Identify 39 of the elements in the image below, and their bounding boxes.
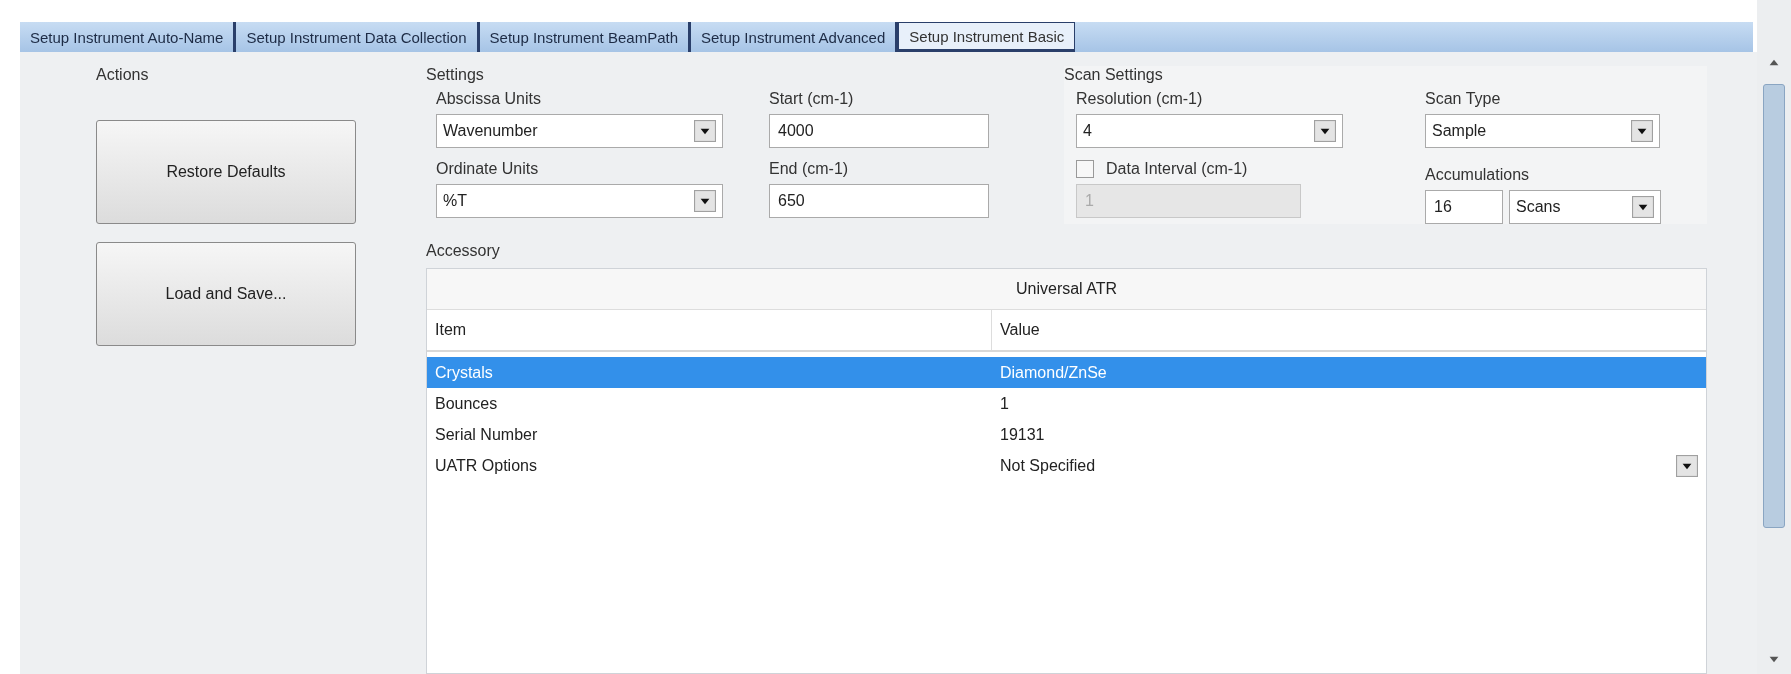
field-label: Abscissa Units xyxy=(436,90,542,108)
checkbox-label: Data Interval (cm-1) xyxy=(1106,160,1248,178)
table-row[interactable]: UATR Options Not Specified xyxy=(427,450,1706,481)
dropdown[interactable]: 4 xyxy=(1076,114,1343,148)
group-label: Accessory xyxy=(426,242,501,261)
scrollbar[interactable] xyxy=(1757,0,1791,674)
input-field[interactable]: 4000 xyxy=(769,114,989,148)
action-button[interactable]: Load and Save... xyxy=(96,242,356,346)
table-cell-text: 1 xyxy=(999,394,1010,413)
column-header: Item xyxy=(427,310,992,350)
field-label: Ordinate Units xyxy=(436,160,540,178)
column-header: Value xyxy=(999,321,1041,339)
dropdown[interactable]: Wavenumber xyxy=(436,114,723,148)
field-label: End (cm-1) xyxy=(769,160,850,178)
table-cell-text: Serial Number xyxy=(434,425,539,444)
dropdown[interactable]: Scans xyxy=(1509,190,1661,224)
scroll-thumb[interactable] xyxy=(1763,84,1785,528)
action-button[interactable]: Restore Defaults xyxy=(96,120,356,224)
table-row[interactable]: Bounces 1 xyxy=(427,388,1706,419)
input-field[interactable]: 16 xyxy=(1425,190,1503,224)
group-label: Settings xyxy=(426,66,484,83)
table-cell-text: Crystals xyxy=(434,363,494,382)
table-row[interactable]: Serial Number 19131 xyxy=(427,419,1706,450)
dropdown[interactable]: %T xyxy=(436,184,723,218)
field-label: Resolution (cm-1) xyxy=(1076,90,1204,108)
field-label: Accumulations xyxy=(1425,166,1531,184)
dropdown[interactable]: Sample xyxy=(1425,114,1660,148)
group-label: Actions xyxy=(96,66,150,85)
input-field[interactable]: 650 xyxy=(769,184,989,218)
table-cell-text: Diamond/ZnSe xyxy=(999,363,1108,382)
table-cell-text: Bounces xyxy=(434,394,499,413)
field-label: Start (cm-1) xyxy=(769,90,855,108)
group-label: Scan Settings xyxy=(1064,66,1163,83)
table-cell-text: Not Specified xyxy=(999,456,1097,475)
field-label: Scan Type xyxy=(1425,90,1502,108)
table-cell-text: UATR Options xyxy=(434,456,538,475)
table-title: Universal ATR xyxy=(427,269,1706,310)
tab[interactable]: Setup Instrument Basic xyxy=(898,22,1076,52)
table-cell-text: 19131 xyxy=(999,425,1046,444)
